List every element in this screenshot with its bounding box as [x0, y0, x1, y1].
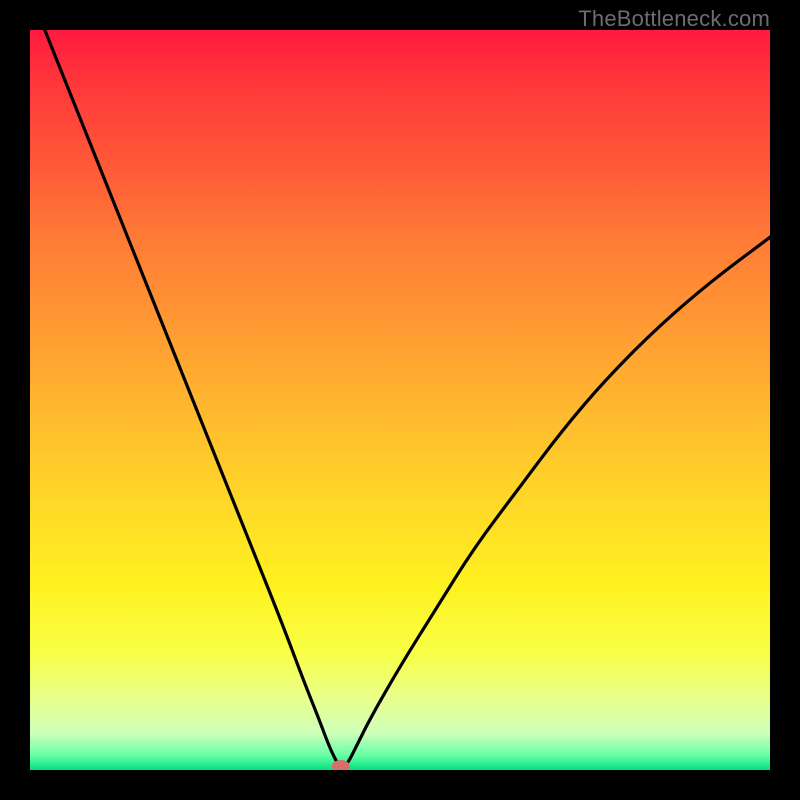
chart-svg: [30, 30, 770, 770]
bottleneck-curve: [45, 30, 770, 768]
chart-frame: TheBottleneck.com: [0, 0, 800, 800]
watermark-text: TheBottleneck.com: [578, 6, 770, 32]
plot-area: [30, 30, 770, 770]
